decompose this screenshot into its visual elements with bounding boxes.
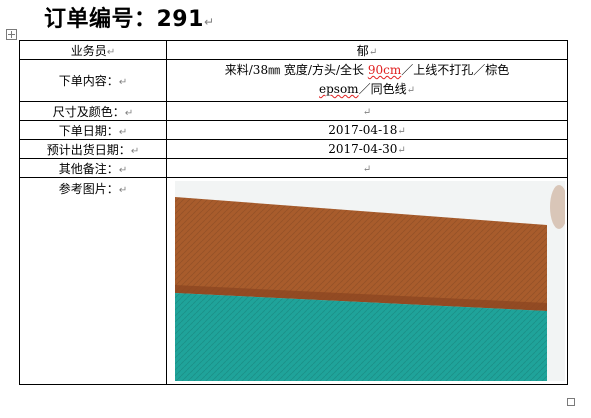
notes-value[interactable]: ↵	[166, 158, 568, 178]
table-row: 预计出货日期：↵ 2017-04-30↵	[19, 139, 568, 159]
reference-image-cell[interactable]	[166, 177, 568, 385]
notes-label: 其他备注：↵	[19, 158, 167, 178]
order-number-title: 订单编号：291↵	[44, 4, 215, 38]
salesperson-value[interactable]: 郁↵	[166, 40, 568, 60]
size-color-label: 尺寸及颜色：↵	[19, 101, 167, 121]
order-table: 业务员↵ 郁↵ 下单内容：↵ 来料/38㎜ 宽度/方头/全长 90cm／上线不打…	[19, 40, 568, 385]
salesperson-label: 业务员↵	[19, 40, 167, 60]
size-color-value[interactable]: ↵	[166, 101, 568, 121]
table-row: 下单内容：↵ 来料/38㎜ 宽度/方头/全长 90cm／上线不打孔／棕色 eps…	[19, 59, 568, 102]
order-date-label: 下单日期：↵	[19, 120, 167, 140]
reference-photo[interactable]	[175, 181, 565, 381]
order-content-value[interactable]: 来料/38㎜ 宽度/方头/全长 90cm／上线不打孔／棕色 epsom／同色线↵	[166, 59, 568, 102]
order-number-text: 订单编号：291	[44, 7, 204, 32]
table-row: 参考图片：↵	[19, 177, 568, 385]
table-row: 其他备注：↵ ↵	[19, 158, 568, 178]
ship-date-label: 预计出货日期：↵	[19, 139, 167, 159]
table-move-handle-icon[interactable]	[6, 29, 17, 40]
table-resize-handle-icon[interactable]	[567, 398, 575, 406]
order-date-value[interactable]: 2017-04-18↵	[166, 120, 568, 140]
ship-date-value[interactable]: 2017-04-30↵	[166, 139, 568, 159]
order-content-label: 下单内容：↵	[19, 59, 167, 102]
reference-image-label: 参考图片：↵	[19, 177, 167, 385]
paragraph-mark-icon: ↵	[203, 15, 215, 29]
table-row: 业务员↵ 郁↵	[19, 40, 568, 60]
material-text: epsom	[319, 82, 359, 96]
table-row: 尺寸及颜色：↵ ↵	[19, 101, 568, 121]
table-row: 下单日期：↵ 2017-04-18↵	[19, 120, 568, 140]
leather-strap-image	[175, 181, 565, 381]
length-text: 90cm	[367, 63, 402, 77]
